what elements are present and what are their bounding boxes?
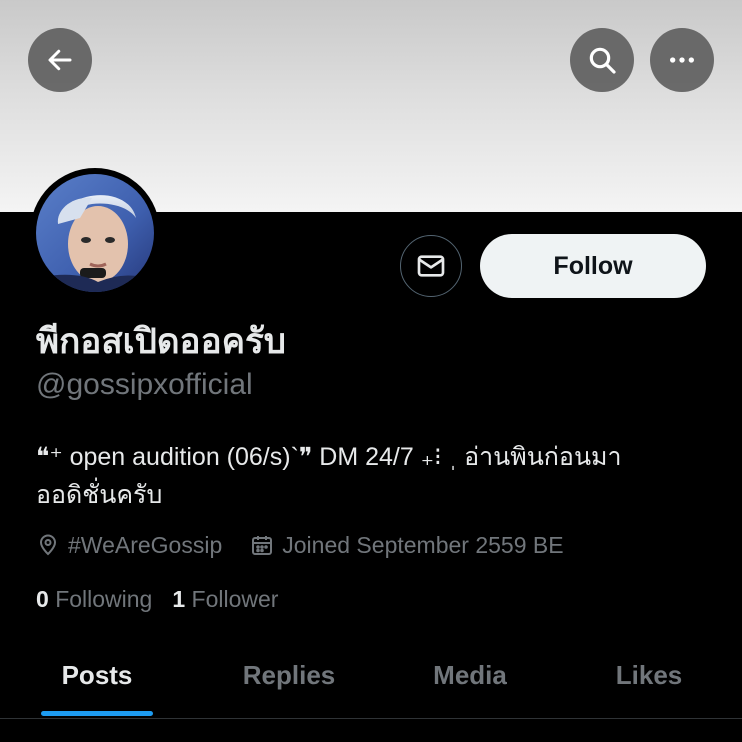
tab-media[interactable]: Media (384, 640, 556, 710)
tab-label: Media (433, 659, 507, 690)
envelope-icon (417, 255, 445, 277)
follow-button[interactable]: Follow (480, 234, 706, 298)
following-count: 0 (36, 586, 49, 612)
tab-posts[interactable]: Posts (0, 640, 194, 716)
follow-counts: 0 Following 1 Follower (36, 586, 298, 613)
username-handle: @gossipxofficial (36, 368, 253, 401)
followers-link[interactable]: 1 Follower (172, 586, 278, 613)
follower-label: Follower (191, 586, 279, 612)
arrow-left-icon (48, 49, 72, 71)
back-button[interactable] (28, 28, 92, 92)
joined-date: Joined September 2559 BE (282, 531, 564, 558)
profile-tabs: Posts Replies Media Likes (0, 640, 742, 719)
tab-label: Likes (615, 659, 683, 690)
message-button[interactable] (400, 235, 462, 297)
joined-item: Joined September 2559 BE (250, 531, 564, 559)
more-dots-icon (670, 57, 694, 63)
following-label: Following (55, 586, 153, 612)
search-button[interactable] (570, 28, 634, 92)
location-item: #WeAreGossip (36, 532, 222, 559)
tab-replies[interactable]: Replies (194, 640, 384, 710)
tab-label: Posts (61, 659, 133, 690)
calendar-icon (252, 536, 273, 555)
location-text: #WeAreGossip (68, 531, 223, 558)
following-link[interactable]: 0 Following (36, 586, 152, 613)
bio-line: ออดิชั่นครับ (36, 481, 163, 509)
location-pin-icon (39, 534, 57, 556)
more-options-button[interactable] (650, 28, 714, 92)
profile-bio: ❝⁺ open audition (06/s)`❞ DM 24/7 ₊⁝ ˌ อ… (36, 438, 716, 514)
tab-likes[interactable]: Likes (556, 640, 742, 710)
active-tab-indicator (41, 711, 153, 716)
display-name: พีกอสเปิดออครับ (36, 322, 287, 362)
profile-meta: #WeAreGossip Joined September 2559 BE (36, 528, 592, 562)
avatar-border (30, 168, 160, 298)
avatar[interactable] (36, 174, 154, 292)
follower-count: 1 (172, 586, 186, 612)
tab-label: Replies (242, 659, 336, 690)
bio-line: ❝⁺ open audition (06/s)`❞ DM 24/7 ₊⁝ ˌ อ… (36, 443, 622, 471)
search-icon (589, 47, 616, 74)
